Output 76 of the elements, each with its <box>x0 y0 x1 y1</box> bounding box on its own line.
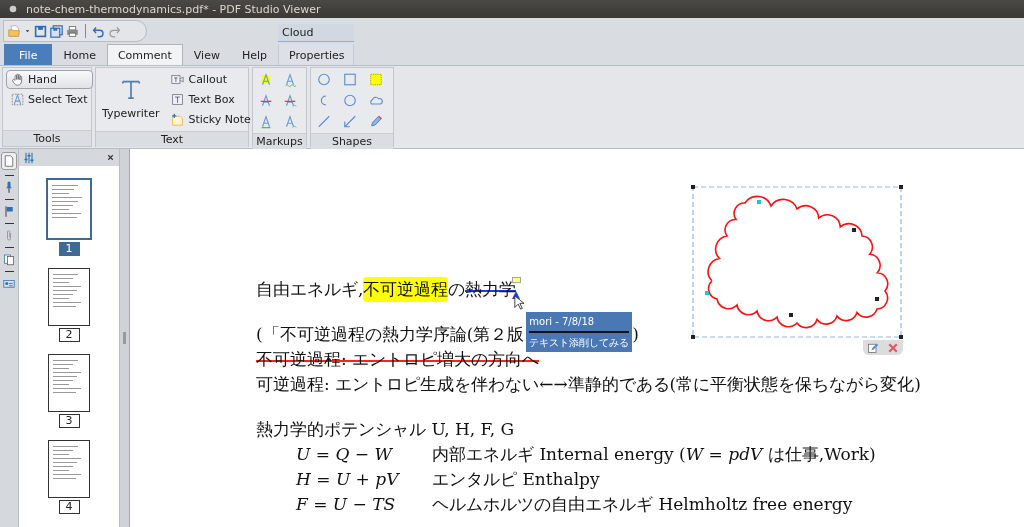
hand-icon <box>11 73 24 86</box>
page-number: 1 <box>58 242 80 256</box>
group-label: Shapes <box>311 133 393 149</box>
document-text: ) <box>632 323 639 346</box>
page-thumbnail[interactable] <box>48 268 90 326</box>
flag-icon[interactable] <box>3 205 15 218</box>
line-icon[interactable] <box>317 114 331 129</box>
pages-icon[interactable] <box>3 253 15 266</box>
document-text: エンタルピ Enthalpy <box>432 468 600 491</box>
save-all-icon[interactable] <box>50 24 63 38</box>
page-thumbnail[interactable] <box>48 354 90 412</box>
close-icon[interactable] <box>106 153 115 162</box>
group-label: Markups <box>253 133 306 149</box>
ribbon-tab[interactable]: Properties <box>278 44 354 65</box>
filled-square-icon[interactable] <box>369 72 383 87</box>
squiggly-letter-icon[interactable] <box>283 72 297 87</box>
page-number: 4 <box>58 500 80 514</box>
window-title: note-chem-thermodynamics.pdf* - PDF Studio Viewer <box>26 2 321 16</box>
id-card-icon[interactable] <box>3 277 15 290</box>
pencil-icon[interactable] <box>369 114 383 129</box>
ribbon-tab[interactable]: Comment <box>106 44 183 65</box>
ribbon-button[interactable]: Select Text <box>6 90 93 109</box>
note-text: テキスト添削してみる <box>529 335 630 350</box>
ribbon-button[interactable]: Text Box <box>166 90 256 109</box>
window-menu-icon[interactable] <box>8 4 18 14</box>
document-text: ヘルムホルツの自由エネルギ Helmholtz free energy <box>432 493 853 516</box>
undo-icon[interactable] <box>92 24 105 38</box>
ribbon-tab[interactable]: View <box>182 44 231 65</box>
document-text: 内部エネルギ Internal energy (W = pdV は仕事,Work) <box>432 443 876 466</box>
highlighted-letter-icon[interactable] <box>259 72 273 87</box>
replace-letter-icon[interactable] <box>283 93 297 108</box>
page-number: 2 <box>58 328 80 342</box>
group-label: Text <box>96 131 248 147</box>
underline-letter-icon[interactable] <box>259 114 273 129</box>
page-number: 3 <box>58 414 80 428</box>
ellipse-icon[interactable] <box>343 93 357 108</box>
cloud-annotation-drawing[interactable] <box>691 185 903 339</box>
page-thumbnail[interactable] <box>46 178 92 240</box>
tab-group-label: Cloud <box>278 24 354 42</box>
ribbon-button[interactable]: Sticky Note <box>166 110 256 129</box>
edit-icon[interactable] <box>867 341 879 354</box>
page-icon[interactable] <box>1 152 17 170</box>
caret-letter-icon[interactable] <box>283 114 297 129</box>
document-text: の <box>448 278 466 301</box>
delete-icon[interactable] <box>887 341 899 354</box>
document-text: 自由エネルギ, <box>256 278 364 301</box>
sticky-note-icon <box>171 113 185 126</box>
circle-icon[interactable] <box>317 72 331 87</box>
callout-icon <box>171 73 185 86</box>
text-select-icon <box>11 93 24 106</box>
group-label: Tools <box>3 130 91 146</box>
ribbon-button[interactable]: Callout <box>166 70 256 89</box>
page-thumbnail[interactable] <box>48 440 90 498</box>
printer-icon[interactable] <box>66 24 79 38</box>
ribbon-tab[interactable]: Help <box>230 44 278 65</box>
square-icon[interactable] <box>343 72 357 87</box>
save-icon[interactable] <box>34 24 47 38</box>
mouse-cursor-icon <box>514 295 525 310</box>
document-text: 熱力学的ポテンシャル U, H, F, G <box>256 418 515 441</box>
ribbon-button[interactable]: Typewriter <box>99 70 163 129</box>
arrow-icon[interactable] <box>343 114 357 129</box>
formula: F = U − TS <box>296 493 397 516</box>
document-text: 可逆過程: エントロピ生成を伴わない←→準静的である(常に平衡状態を保ちながら変化) <box>256 373 921 396</box>
formula: H = U + pV <box>296 468 401 491</box>
text-box-icon <box>171 93 185 106</box>
note-author: mori - 7/8/18 <box>529 313 630 333</box>
ribbon-tab[interactable]: Home <box>52 44 107 65</box>
formula: U = Q − W <box>296 443 394 466</box>
document-text: (「不可逆過程の熱力学序論(第２版 <box>256 323 525 346</box>
ribbon-tab[interactable]: File <box>4 44 53 65</box>
sliders-icon[interactable] <box>23 151 35 164</box>
ribbon-button[interactable]: Hand <box>6 70 93 89</box>
strikeout-letter-icon[interactable] <box>259 93 273 108</box>
caret-icon[interactable] <box>24 27 31 35</box>
redo-icon[interactable] <box>108 24 121 38</box>
open-folder-icon[interactable] <box>8 24 21 38</box>
